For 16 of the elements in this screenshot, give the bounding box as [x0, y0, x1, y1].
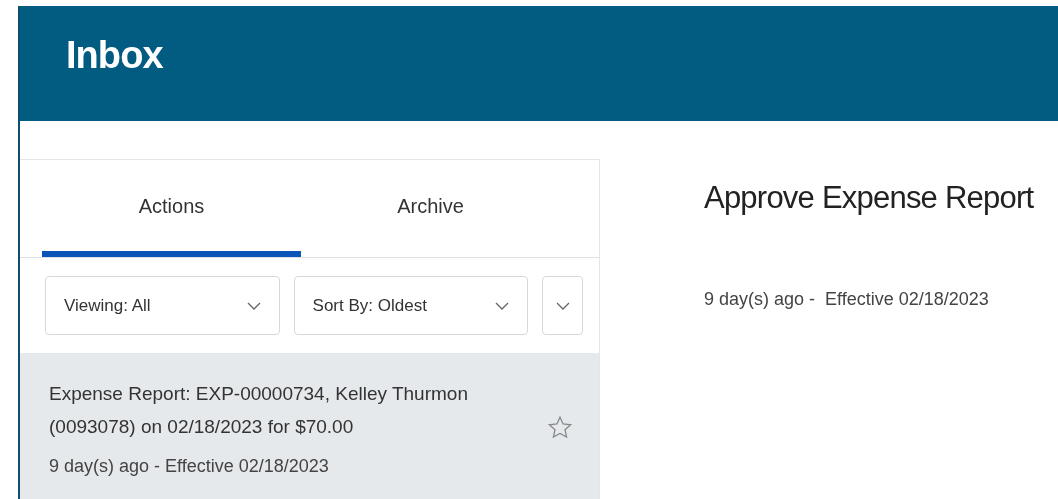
- chevron-down-icon: [555, 301, 570, 310]
- page-title: Inbox: [66, 33, 163, 78]
- tab[interactable]: Archive: [301, 160, 560, 257]
- star-icon[interactable]: [547, 415, 573, 441]
- tab[interactable]: Actions: [42, 160, 301, 257]
- dropdown-value: Sort By: Oldest: [312, 294, 427, 317]
- item-title: Expense Report: EXP-00000734, Kelley Thurmon (0093078) on 02/18/2023 for $70.00: [49, 382, 469, 439]
- dropdown-value: Viewing: All: [64, 294, 151, 317]
- chevron-down-icon: [246, 301, 261, 310]
- detail-meta: 9 day(s) ago - Effective 02/18/2023: [704, 287, 990, 311]
- chevron-down-icon: [495, 301, 510, 310]
- filter-dropdown[interactable]: Viewing: All: [45, 276, 280, 335]
- inbox-item[interactable]: Expense Report: EXP-00000734, Kelley Thurmon (0093078) on 02/18/2023 for $70.00 9 day(s) ago - Effective 02/18/2023: [20, 353, 599, 499]
- detail-title: Approve Expense Report: [704, 179, 1034, 217]
- item-meta: 9 day(s) ago - Effective 02/18/2023: [49, 455, 330, 478]
- filter-dropdown[interactable]: Sort By: Oldest: [293, 276, 529, 335]
